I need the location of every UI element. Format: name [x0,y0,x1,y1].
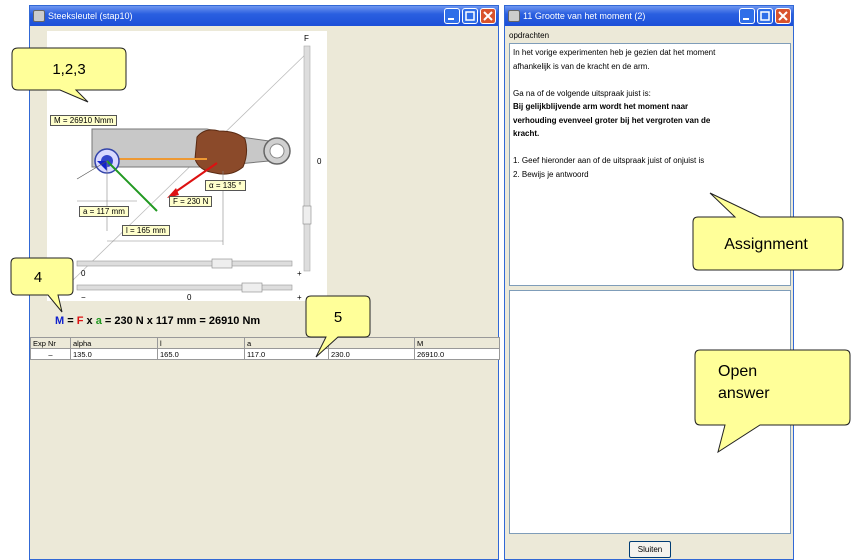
close-window-button[interactable] [480,8,496,24]
formula-x: x [83,315,96,327]
right-window: 11 Grootte van het moment (2) opdrachten… [504,5,794,560]
close-icon [483,11,493,21]
moment-label: M = 26910 Nmm [50,115,118,126]
table-header[interactable]: alpha [70,337,158,349]
table-cell: 117.0 [244,348,329,360]
table-header[interactable]: Exp Nr [30,337,71,349]
right-window-title: 11 Grootte van het moment (2) [523,11,646,21]
assignment-line: 2. Bewijs je antwoord [513,169,589,179]
app-icon [33,10,45,22]
assignment-line: Bij gelijkblijvende arm wordt het moment… [513,102,689,111]
minimize-button[interactable] [739,8,755,24]
table-row[interactable]: – 135.0 165.0 117.0 230.0 26910.0 [30,348,500,360]
table-cell: 135.0 [70,348,158,360]
slider1-left-label: 0 [81,269,86,278]
app-icon [508,10,520,22]
assignment-line: In het vorige experimenten heb je gezien… [513,48,716,57]
assignment-line [513,141,715,155]
left-window: Steeksleutel (stap10) F 0 0 + − 0 + M = … [29,5,500,560]
wrench-ring-hole [269,143,285,159]
assignment-line: 1. Geef hieronder aan of de uitspraak ju… [513,156,705,165]
scale-f-value: 0 [317,157,322,166]
slider1-plus-label: + [297,269,302,278]
simulation-canvas[interactable]: F 0 0 + − 0 + M = 26910 Nmm α = 135 ° F … [47,31,327,302]
wrench-body [91,128,286,168]
formula-M: M [55,315,65,327]
slider1-track [76,260,293,267]
force-slider-track [303,45,311,272]
table-cell: 165.0 [157,348,245,360]
close-window-button[interactable] [775,8,791,24]
assignment-line: verhouding evenveel groter bij het vergr… [513,115,711,125]
force-label: F = 230 N [169,196,213,207]
minimize-icon [448,18,454,20]
slider1-thumb [211,258,233,269]
wrench-diagram [71,45,312,293]
assignment-line [513,73,715,87]
right-titlebar[interactable]: 11 Grootte van het moment (2) [505,6,793,26]
table-cell: 26910.0 [414,348,500,360]
close-icon [778,11,788,21]
arm-a-line [106,160,158,212]
results-table: Exp Nr alpha l a M – 135.0 165.0 117.0 2… [30,337,500,360]
moment-formula: M = F x a = 230 N x 117 mm = 26910 Nm [55,315,260,327]
assignment-line: Ga na of de volgende uitspraak juist is: [513,88,651,98]
opdrachten-label: opdrachten [509,31,550,40]
table-cell: 230.0 [328,348,415,360]
table-header[interactable]: a [244,337,329,349]
assignment-line: afhankelijk is van de kracht en de arm. [513,61,650,71]
alpha-label: α = 135 ° [205,180,246,191]
table-header[interactable]: M [414,337,500,349]
sluiten-button[interactable]: Sluiten [629,541,671,558]
table-header-row: Exp Nr alpha l a M [30,337,500,349]
scale-f-label: F [304,34,309,43]
maximize-button[interactable] [462,8,478,24]
maximize-icon [465,11,475,21]
left-window-title: Steeksleutel (stap10) [48,11,133,21]
slider2-mid-label: 0 [187,293,192,302]
minimize-icon [743,18,749,20]
hand-shape [194,129,248,175]
formula-eq: = [64,315,77,327]
answer-textarea[interactable] [509,290,791,534]
table-header[interactable] [328,337,415,349]
maximize-button[interactable] [757,8,773,24]
formula-rest: = 230 N x 117 mm = 26910 Nm [101,315,261,327]
arm-a-label: a = 117 mm [79,206,129,217]
left-titlebar[interactable]: Steeksleutel (stap10) [30,6,498,26]
table-cell: – [30,348,71,360]
minimize-button[interactable] [444,8,460,24]
assignment-line: kracht. [513,129,540,138]
slider2-plus-label: + [297,293,302,302]
slider2-minus-label: − [81,293,86,302]
slider2-thumb [241,282,263,293]
maximize-icon [760,11,770,21]
length-l-label: l = 165 mm [122,225,170,236]
assignment-text-box: In het vorige experimenten heb je gezien… [509,43,791,286]
force-slider-thumb [302,205,312,225]
table-header[interactable]: l [157,337,245,349]
assignment-text: In het vorige experimenten heb je gezien… [513,46,715,181]
